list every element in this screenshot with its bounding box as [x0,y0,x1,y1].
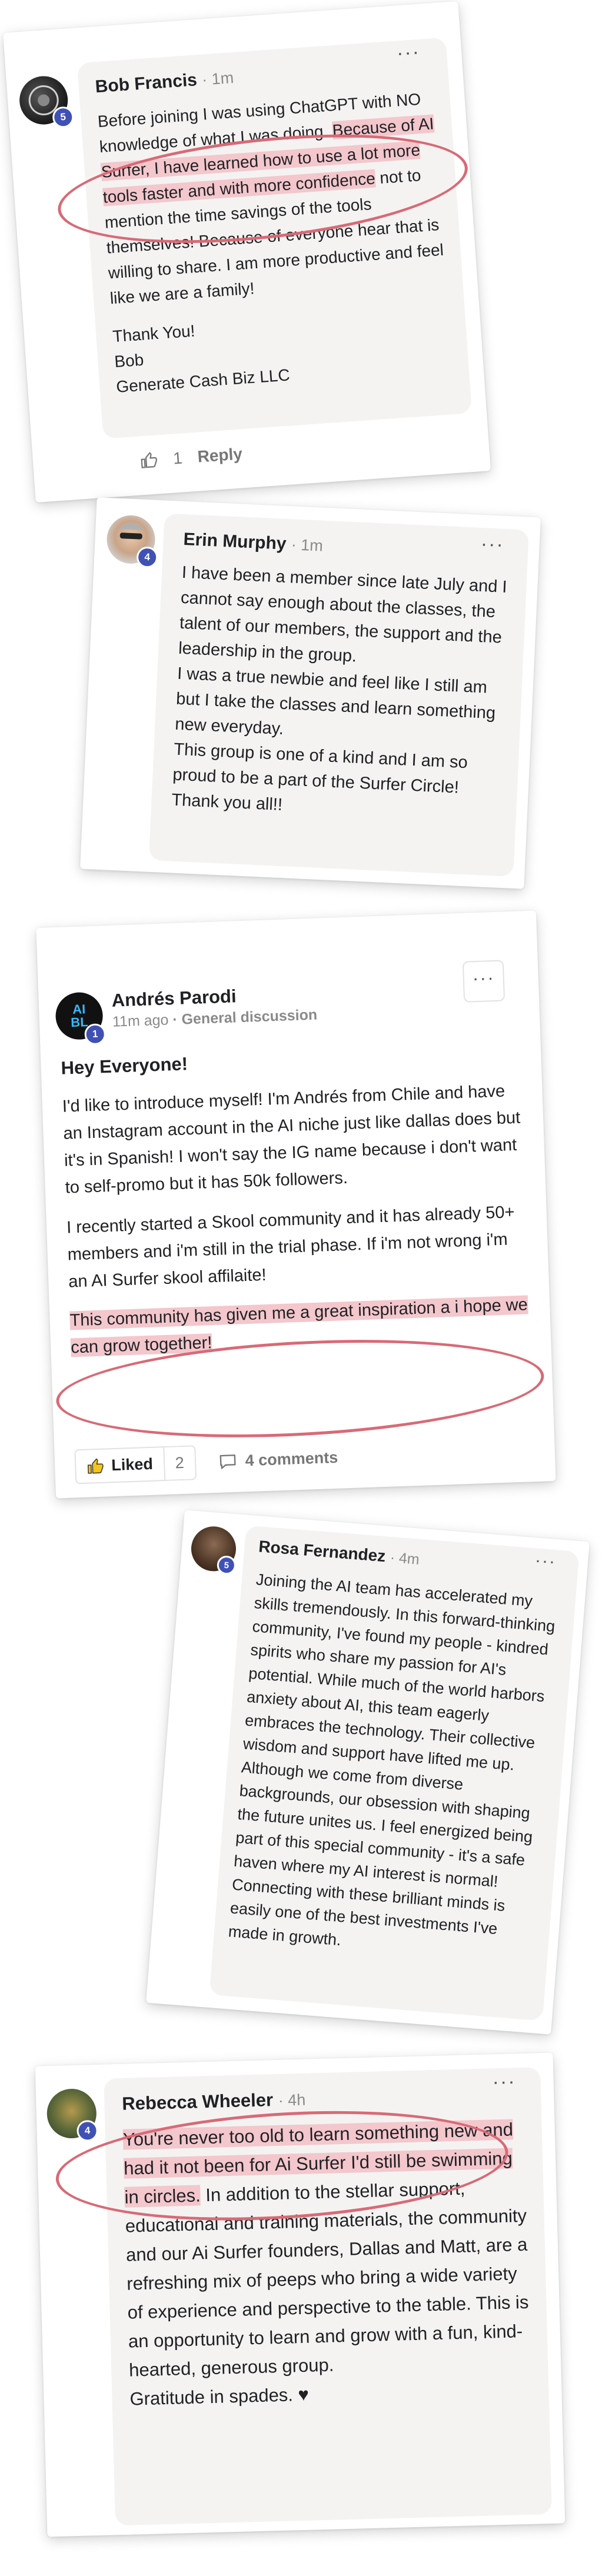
post-actions: Liked 2 4 comments [74,1440,338,1485]
timestamp: · 4m [389,1549,420,1568]
thumbs-up-icon [87,1457,105,1475]
level-badge: 4 [136,546,158,568]
comment-card-bob: 5 Bob Francis · 1m ··· Before joining I … [3,1,491,503]
comment-body: Before joining I was using ChatGPT with … [97,89,444,397]
timestamp: 11m ago [112,1011,169,1030]
level-badge: 5 [52,106,75,129]
more-options-button[interactable]: ··· [462,960,505,1003]
level-badge: 4 [76,2119,99,2142]
more-dots-icon: ··· [472,966,495,989]
author-name[interactable]: Andrés Parodi [111,986,237,1011]
reply-button[interactable]: Reply [197,444,243,466]
timestamp: · 1m [201,68,235,89]
more-dots-icon[interactable]: ··· [396,41,421,65]
like-count[interactable]: 2 [164,1445,197,1482]
timestamp: · 1m [291,535,324,555]
more-dots-icon[interactable]: ··· [534,1550,557,1572]
comments-link[interactable]: 4 comments [218,1449,338,1471]
category-link[interactable]: · General discussion [172,1007,318,1029]
comment-body: You're never too old to learn something … [122,2119,529,2409]
post-body: I'd like to introduce myself! I'm Andrés… [62,1081,528,1357]
more-dots-icon[interactable]: ··· [492,2070,516,2094]
thumbs-up-icon[interactable] [139,451,158,470]
comment-card-rosa: 5 Rosa Fernandez · 4m ··· Joining the AI… [146,1510,590,2035]
comment-card-rebecca: 4 Rebecca Wheeler · 4h ··· You're never … [35,2052,566,2537]
comment-footer: 1 Reply [139,444,243,470]
comment-card-erin: 4 Erin Murphy · 1m ··· I have been a mem… [80,497,541,889]
level-badge: 1 [84,1023,107,1046]
timestamp: · 4h [278,2091,306,2109]
highlighted-text: This community has given me a great insp… [69,1295,528,1357]
like-button[interactable]: Liked [74,1446,165,1485]
comment-body: Joining the AI team has accelerated my s… [227,1570,556,1949]
like-count: 1 [172,448,183,468]
post-title: Hey Everyone! [61,1053,188,1079]
comment-bubble-icon [218,1452,237,1470]
comment-body: I have been a member since late July and… [171,563,508,815]
more-dots-icon[interactable]: ··· [480,532,505,557]
post-card-andres: AI BL 1 Andrés Parodi 11m ago · General … [36,910,556,1499]
